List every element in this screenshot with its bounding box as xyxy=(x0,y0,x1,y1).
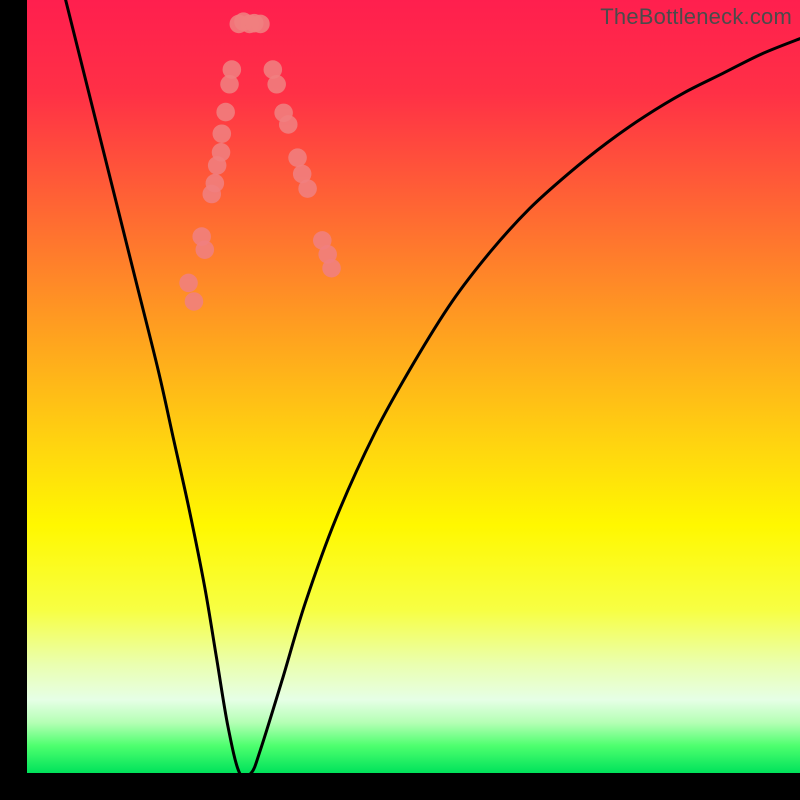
marker-dot xyxy=(298,179,317,198)
gradient-background xyxy=(27,0,800,773)
watermark-text: TheBottleneck.com xyxy=(600,4,792,30)
bottleneck-chart xyxy=(27,0,800,773)
marker-dot xyxy=(251,15,270,34)
marker-dot xyxy=(196,240,215,259)
marker-dot xyxy=(267,75,286,94)
chart-frame: TheBottleneck.com xyxy=(27,0,800,773)
marker-dot xyxy=(179,274,198,293)
marker-dot xyxy=(216,103,235,122)
marker-dot xyxy=(223,60,242,79)
marker-dot xyxy=(206,174,225,193)
marker-dot xyxy=(274,104,293,123)
marker-dot xyxy=(213,124,232,143)
marker-dot xyxy=(288,148,307,167)
marker-dot xyxy=(322,259,341,278)
marker-dot xyxy=(185,292,204,311)
marker-dot xyxy=(212,143,231,162)
